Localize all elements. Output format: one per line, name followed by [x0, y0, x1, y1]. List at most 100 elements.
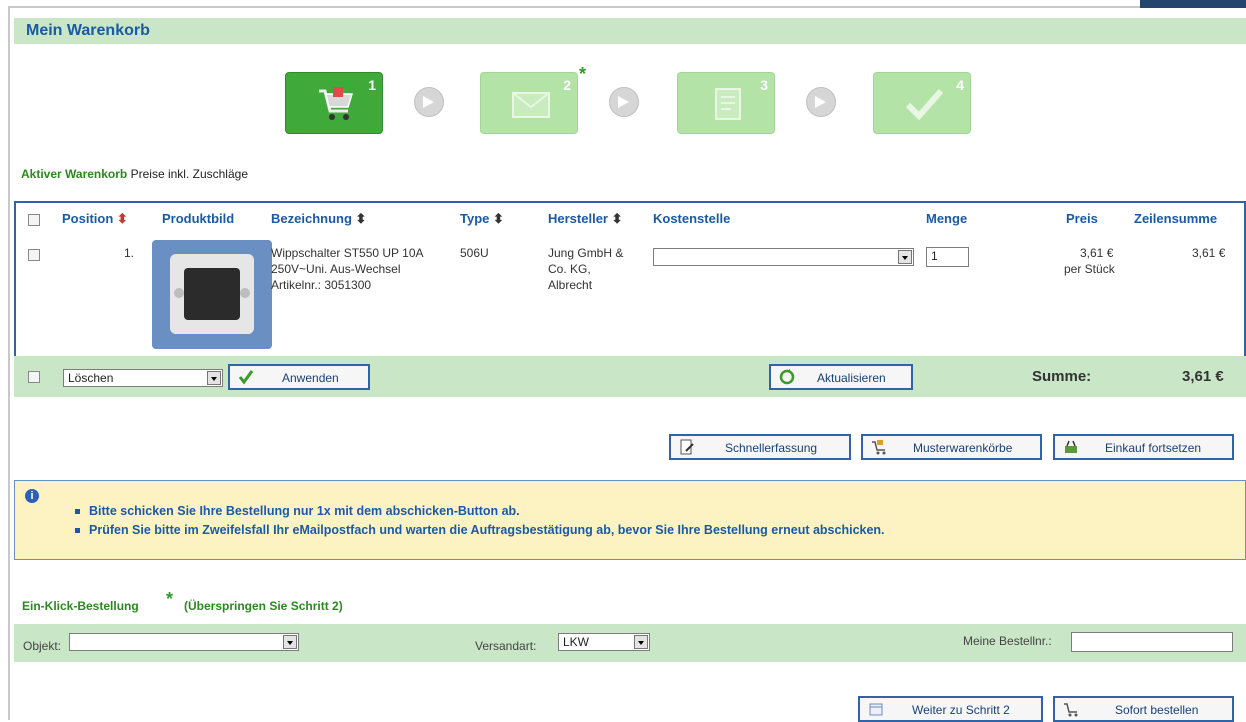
col-line-total: Zeilensumme — [1134, 211, 1218, 226]
col-position[interactable]: Position ⬍ — [62, 211, 128, 227]
bulk-action-select[interactable]: Löschen — [63, 369, 223, 387]
order-number-label: Meine Bestellnr.: — [963, 634, 1052, 648]
sum-label: Summe: — [1032, 368, 1092, 385]
chevron-down-icon — [207, 371, 221, 385]
price-note: Preise inkl. Zuschläge — [130, 167, 248, 181]
step-number: 1 — [368, 77, 376, 93]
update-button[interactable]: Aktualisieren — [769, 364, 913, 390]
col-price: Preis — [1066, 211, 1098, 226]
chevron-down-icon — [898, 250, 912, 264]
price-unit: per Stück — [1064, 262, 1115, 276]
next-step-label: Weiter zu Schritt 2 — [912, 703, 1010, 717]
template-carts-button[interactable]: Musterwarenkörbe — [861, 434, 1042, 460]
next-step-button[interactable]: Weiter zu Schritt 2 — [858, 696, 1043, 722]
col-position-label: Position — [62, 211, 114, 226]
col-name-label: Bezeichnung — [271, 211, 352, 226]
col-manufacturer-label: Hersteller — [548, 211, 608, 226]
chevron-down-icon — [634, 635, 648, 649]
product-name-line2: 250V~Uni. Aus-Wechsel — [271, 262, 401, 276]
order-number-input[interactable] — [1071, 632, 1233, 652]
continue-shopping-button[interactable]: Einkauf fortsetzen — [1053, 434, 1234, 460]
info-line-2: Prüfen Sie bitte im Zweifelsfall Ihr eMa… — [75, 523, 885, 537]
unit-price: 3,61 € — [1080, 246, 1114, 260]
shipping-label: Versandart: — [475, 639, 537, 653]
checkmark-icon — [238, 370, 254, 385]
object-select[interactable] — [69, 633, 299, 651]
col-manufacturer[interactable]: Hersteller ⬍ — [548, 211, 623, 227]
page-frame-top — [8, 6, 1246, 8]
oneclick-star: * — [166, 589, 174, 609]
cart-icon — [872, 440, 886, 455]
basket-icon — [1065, 440, 1077, 453]
bulk-select-checkbox[interactable] — [28, 371, 40, 383]
oneclick-bar: Objekt: Versandart: LKW Meine Bestellnr.… — [14, 624, 1246, 662]
apply-button-label: Anwenden — [282, 371, 339, 385]
refresh-icon — [779, 369, 795, 385]
cart-icon — [319, 87, 354, 120]
cart-icon — [1064, 703, 1078, 717]
object-label: Objekt: — [23, 639, 62, 653]
page-frame-left — [8, 6, 10, 720]
manufacturer-line3: Albrecht — [548, 278, 593, 292]
sum-value: 3,61 € — [1182, 368, 1224, 385]
row-checkbox[interactable] — [28, 249, 40, 261]
step-4-confirm[interactable]: 4 — [873, 72, 971, 134]
col-image: Produktbild — [162, 211, 235, 226]
quantity-input[interactable]: 1 — [926, 247, 969, 267]
manufacturer-line2: Co. KG, — [548, 262, 591, 276]
col-name[interactable]: Bezeichnung ⬍ — [271, 211, 366, 227]
step-arrow-icon — [609, 87, 639, 117]
col-quantity: Menge — [926, 211, 968, 226]
oneclick-title: Ein-Klick-Bestellung — [22, 599, 139, 613]
col-type[interactable]: Type ⬍ — [460, 211, 504, 227]
col-cost-center: Kostenstelle — [653, 211, 731, 226]
step-2-address[interactable]: 2 — [480, 72, 578, 134]
step-2-star: * — [579, 64, 587, 84]
bulk-action-value: Löschen — [68, 371, 114, 385]
envelope-icon — [512, 92, 550, 118]
sort-icon[interactable]: ⬍ — [117, 211, 128, 226]
cart-action-bar: Löschen Anwenden Aktualisieren Summe: 3,… — [14, 356, 1246, 397]
shipping-select[interactable]: LKW — [558, 633, 650, 651]
product-image[interactable] — [152, 240, 272, 349]
cart-table: Position ⬍ Produktbild Bezeichnung ⬍ Typ… — [14, 201, 1246, 356]
step-3-overview[interactable]: 3 — [677, 72, 775, 134]
step-1-cart[interactable]: 1 — [285, 72, 383, 134]
order-now-label: Sofort bestellen — [1115, 703, 1199, 717]
col-type-label: Type — [460, 211, 490, 226]
step-arrow-icon — [806, 87, 836, 117]
quick-entry-button[interactable]: Schnellerfassung — [669, 434, 851, 460]
select-all-checkbox[interactable] — [28, 214, 40, 226]
quick-entry-label: Schnellerfassung — [725, 441, 818, 455]
step-number: 4 — [956, 77, 964, 93]
page-title: Mein Warenkorb — [26, 22, 150, 39]
active-cart-title: Aktiver Warenkorb — [21, 167, 128, 181]
info-box: i Bitte schicken Sie Ihre Bestellung nur… — [14, 480, 1246, 560]
template-carts-label: Musterwarenkörbe — [913, 441, 1013, 455]
order-now-button[interactable]: Sofort bestellen — [1053, 696, 1234, 722]
step-number: 2 — [563, 77, 571, 93]
manufacturer-line1: Jung GmbH & — [548, 246, 624, 260]
title-bar: Mein Warenkorb — [14, 18, 1246, 44]
row-position: 1. — [124, 246, 135, 260]
continue-shopping-label: Einkauf fortsetzen — [1105, 441, 1202, 455]
document-edit-icon — [680, 439, 694, 455]
sort-icon[interactable]: ⬍ — [493, 211, 504, 226]
step-arrow-icon — [414, 87, 444, 117]
update-button-label: Aktualisieren — [817, 371, 886, 385]
product-article-number: Artikelnr.: 3051300 — [271, 278, 372, 292]
calendar-icon — [869, 703, 883, 716]
row-line-total: 3,61 € — [1192, 246, 1226, 260]
product-name-line1[interactable]: Wippschalter ST550 UP 10A — [271, 245, 424, 261]
sort-icon[interactable]: ⬍ — [356, 211, 367, 226]
cost-center-select[interactable] — [653, 248, 914, 266]
info-icon: i — [25, 489, 39, 503]
info-line-1: Bitte schicken Sie Ihre Bestellung nur 1… — [75, 504, 520, 518]
active-cart-heading: Aktiver Warenkorb Preise inkl. Zuschläge — [21, 167, 248, 181]
checkmark-icon — [905, 89, 944, 121]
apply-button[interactable]: Anwenden — [228, 364, 370, 390]
shipping-value: LKW — [563, 635, 590, 649]
document-icon — [715, 88, 741, 120]
sort-icon[interactable]: ⬍ — [612, 211, 623, 226]
chevron-down-icon — [283, 635, 297, 649]
